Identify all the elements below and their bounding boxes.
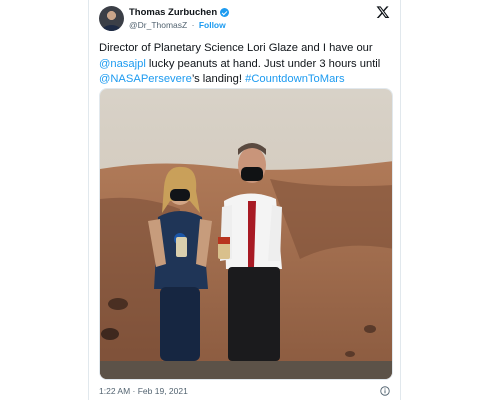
x-logo-icon[interactable] <box>376 5 390 19</box>
tweet-text: Director of Planetary Science Lori Glaze… <box>99 41 395 88</box>
separator-dot: · <box>191 20 195 30</box>
info-icon[interactable] <box>380 386 390 396</box>
mention-nasapersevere-link[interactable]: @NASAPersevere <box>99 73 192 85</box>
author-handle[interactable]: @Dr_ThomasZ <box>129 20 187 30</box>
tweet-photo[interactable] <box>99 88 393 380</box>
author-handle-row: @Dr_ThomasZ · Follow <box>129 20 226 30</box>
author-name[interactable]: Thomas Zurbuchen <box>129 7 217 18</box>
tweet-card: Thomas Zurbuchen @Dr_ThomasZ · Follow Di… <box>88 0 401 400</box>
hashtag-countdowntomars-link[interactable]: #CountdownToMars <box>245 73 345 85</box>
mention-nasajpl-link[interactable]: @nasajpl <box>99 58 146 70</box>
tweet-text-part: ’s landing! <box>191 73 246 86</box>
tweet-timestamp[interactable]: 1:22 AM · Feb 19, 2021 <box>99 386 188 396</box>
photo-mars-backdrop <box>100 89 392 379</box>
tweet-text-part: Director of Planetary Science Lori Glaze… <box>99 42 373 54</box>
avatar[interactable] <box>99 6 124 31</box>
follow-button[interactable]: Follow <box>199 20 226 30</box>
verified-badge-icon <box>220 8 230 17</box>
tweet-text-part: lucky peanuts at hand. Just under 3 hour… <box>145 57 381 70</box>
author-name-row[interactable]: Thomas Zurbuchen <box>129 7 230 18</box>
